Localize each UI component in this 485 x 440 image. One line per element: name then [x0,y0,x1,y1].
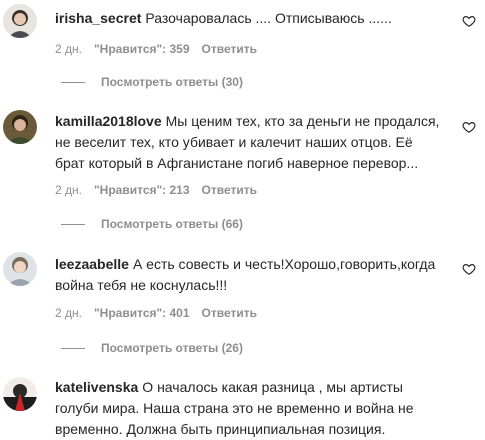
heart-outline-icon[interactable] [462,262,476,276]
replies-divider [61,223,85,225]
comment-time[interactable]: 2 дн. [55,42,82,56]
comment-text: leezaabelle А есть совесть и честь!Хорошо… [55,254,440,296]
view-replies-button[interactable]: Посмотреть ответы (26) [55,341,243,355]
comment-likes[interactable]: "Нравится": 213 [94,183,190,197]
avatar[interactable] [3,110,37,144]
avatar[interactable] [3,377,37,411]
view-replies-button[interactable]: Посмотреть ответы (66) [55,217,243,231]
view-replies-label[interactable]: Посмотреть ответы (26) [101,341,243,355]
comment-text: irisha_secret Разочаровалась .... Отписыв… [55,8,440,29]
heart-outline-icon[interactable] [462,120,476,134]
comment-time[interactable]: 2 дн. [55,306,82,320]
avatar[interactable] [3,4,37,38]
comment-time[interactable]: 2 дн. [55,183,82,197]
reply-button[interactable]: Ответить [202,42,257,56]
view-replies-label[interactable]: Посмотреть ответы (66) [101,217,243,231]
comment-body: Разочаровалась .... Отписываюсь ...... [145,10,392,26]
comment-username[interactable]: kamilla2018love [55,113,162,129]
comment-text: kamilla2018love Мы ценим тех, кто за день… [55,111,440,174]
reply-button[interactable]: Ответить [202,183,257,197]
view-replies-label[interactable]: Посмотреть ответы (30) [101,75,243,89]
comment-meta: 2 дн. "Нравится": 401 Ответить [55,306,269,320]
replies-divider [61,81,85,83]
comment-text: katelivenska О началось какая разница , м… [55,377,440,440]
comment-likes[interactable]: "Нравится": 359 [94,42,190,56]
view-replies-button[interactable]: Посмотреть ответы (30) [55,75,243,89]
comment-username[interactable]: katelivenska [55,379,138,395]
heart-outline-icon[interactable] [462,14,476,28]
replies-divider [61,347,85,349]
comment-username[interactable]: leezaabelle [55,256,129,272]
comment-likes[interactable]: "Нравится": 401 [94,306,190,320]
comment-meta: 2 дн. "Нравится": 359 Ответить [55,42,269,56]
reply-button[interactable]: Ответить [202,306,257,320]
comment-username[interactable]: irisha_secret [55,10,141,26]
comment-meta: 2 дн. "Нравится": 213 Ответить [55,183,269,197]
avatar[interactable] [3,252,37,286]
